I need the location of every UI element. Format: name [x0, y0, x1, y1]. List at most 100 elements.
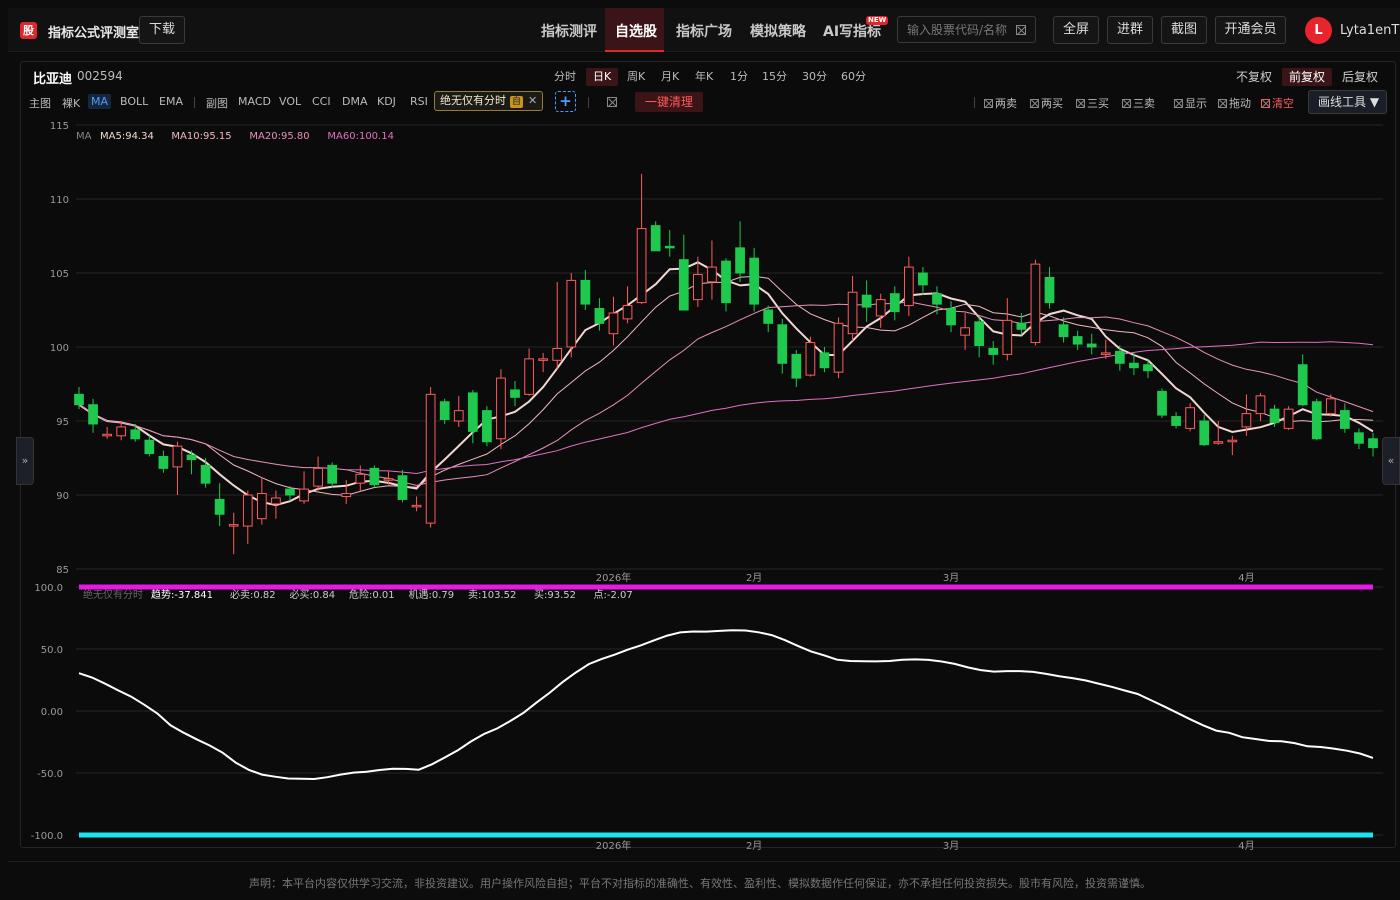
candle-body	[1030, 263, 1041, 344]
candle	[622, 286, 633, 324]
sub-legend-name: 绝无仅有分时	[83, 588, 143, 601]
sub-legend-item: 买:93.52	[534, 589, 576, 601]
candle-body	[889, 293, 900, 312]
candle-body	[1086, 343, 1097, 348]
candle-body	[341, 493, 352, 497]
candle-body	[1241, 413, 1252, 428]
candle	[918, 267, 928, 296]
candle	[932, 286, 942, 315]
candle	[242, 490, 253, 544]
candle	[777, 318, 788, 374]
candle-body	[1157, 390, 1167, 416]
candle-body	[214, 498, 225, 515]
y-tick-label: 105	[50, 269, 69, 280]
candle	[1311, 398, 1322, 441]
candle	[594, 298, 605, 331]
candle-body	[566, 279, 577, 348]
candle-body	[1283, 408, 1294, 429]
candle	[299, 471, 309, 504]
candle-body	[805, 342, 816, 376]
candle-body	[242, 494, 253, 527]
candle-body	[1044, 276, 1055, 304]
candle-body	[1171, 416, 1181, 426]
candle	[1255, 392, 1266, 421]
candle	[678, 234, 689, 311]
candle	[1199, 415, 1210, 447]
sub-legend-item: 危险:0.01	[349, 588, 395, 601]
candle	[580, 270, 591, 310]
candle-body	[875, 299, 886, 317]
candle	[875, 293, 886, 328]
candle	[903, 256, 914, 316]
x-axis-label: 3月	[943, 840, 959, 852]
candle-body	[1100, 352, 1111, 355]
candle-body	[397, 475, 408, 500]
candle	[1058, 317, 1069, 343]
candle-body	[411, 504, 422, 508]
candle-body	[1325, 398, 1336, 415]
candle-body	[271, 497, 281, 505]
candle-body	[622, 305, 633, 320]
candle	[256, 477, 267, 525]
candle-body	[144, 439, 155, 455]
candle-body	[510, 389, 520, 398]
candle	[1157, 388, 1167, 419]
candle	[988, 341, 999, 365]
candle	[439, 398, 450, 424]
candle	[496, 369, 506, 450]
ma20-line	[78, 301, 1374, 486]
expand-right-tab[interactable]: «	[1382, 437, 1400, 485]
candle	[313, 456, 323, 491]
trend-line	[78, 629, 1374, 781]
candle-body	[678, 259, 689, 311]
candle-body	[299, 488, 309, 502]
candle	[341, 480, 352, 504]
candle-body	[932, 293, 942, 305]
candle	[707, 240, 717, 300]
candle-body	[721, 260, 731, 304]
candle-body	[102, 433, 112, 437]
disclaimer-text: 声明：本平台内容仅供学习交流，非投资建议。用户操作风险自担；平台不对指标的准确性…	[249, 877, 1151, 890]
candle-body	[735, 247, 745, 274]
candle-body	[496, 377, 506, 440]
candle	[960, 312, 970, 350]
candle-body	[1016, 322, 1027, 330]
y-tick-label: 95	[56, 417, 69, 428]
candle-body	[1354, 432, 1364, 444]
candle	[791, 349, 802, 387]
candle-body	[1129, 362, 1139, 369]
candle-body	[608, 312, 619, 335]
candle-body	[777, 324, 788, 364]
ma-legend-item: MA5:94.34	[100, 131, 154, 142]
candle-body	[74, 393, 84, 406]
candle	[1368, 432, 1378, 457]
candle-body	[285, 488, 295, 496]
candle-body	[833, 322, 844, 373]
candle-body	[355, 473, 366, 484]
candle-body	[158, 456, 169, 469]
candle-body	[707, 266, 717, 283]
candle-body	[861, 294, 872, 308]
expand-left-tab[interactable]: »	[16, 437, 34, 485]
candle	[200, 458, 211, 488]
candle	[749, 247, 759, 312]
candle-body	[819, 352, 830, 369]
ma-legend-item: MA60:100.14	[327, 131, 394, 142]
candle-body	[313, 467, 323, 487]
sub-legend-item: 卖:103.52	[468, 589, 516, 601]
candle-body	[327, 464, 338, 484]
candle	[763, 305, 774, 333]
candle-body	[1297, 364, 1308, 406]
candle	[1297, 354, 1308, 407]
kline-chart[interactable]: 85 90 95 100 105 110 115 2026年 2026年 2月 2月 3月 3月 4月 4月…	[0, 0, 1400, 900]
candle	[172, 441, 183, 495]
candle	[538, 352, 549, 373]
candle	[861, 280, 872, 322]
candle	[833, 317, 844, 379]
footer-divider	[8, 861, 1400, 862]
candle-body	[636, 228, 647, 304]
candle-body	[467, 392, 478, 432]
candle-body	[1072, 336, 1083, 345]
candle	[889, 286, 900, 321]
candle-body	[1213, 441, 1224, 444]
